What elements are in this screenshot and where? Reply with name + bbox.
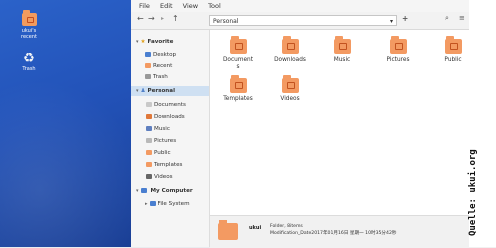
template-folder-icon bbox=[229, 75, 247, 93]
public-folder-icon bbox=[444, 36, 462, 54]
desktop-icon bbox=[145, 52, 151, 57]
list-view-icon[interactable]: ≡ bbox=[459, 14, 465, 22]
folder-item-documents[interactable]: Document s bbox=[220, 36, 256, 70]
search-icon[interactable]: ⌕ bbox=[445, 14, 449, 23]
collapse-icon: ▾ bbox=[136, 39, 139, 45]
sidebar-item-templates[interactable]: Templates bbox=[146, 162, 182, 168]
selected-modified: Modification_Date2017年01月16日 星期一 10时35分4… bbox=[270, 231, 397, 236]
sidebar-header-my-computer[interactable]: ▾ My Computer bbox=[136, 188, 193, 194]
folder-label: Music bbox=[333, 57, 351, 63]
menu-tool[interactable]: Tool bbox=[208, 2, 221, 10]
folder-item-videos[interactable]: Videos bbox=[272, 75, 308, 103]
sidebar-item-music[interactable]: Music bbox=[146, 126, 170, 132]
desktop-icon-recent[interactable]: ukui's recent bbox=[12, 10, 46, 40]
folder-item-pictures[interactable]: Pictures bbox=[380, 36, 416, 64]
trash-icon: ♻ bbox=[23, 51, 35, 66]
person-icon: ♟ bbox=[140, 88, 146, 94]
folder-label: Public bbox=[444, 57, 462, 63]
sidebar-item-trash[interactable]: Trash bbox=[145, 74, 168, 80]
video-folder-icon bbox=[281, 75, 299, 93]
music-icon bbox=[146, 126, 152, 131]
picture-folder-icon bbox=[389, 36, 407, 54]
sidebar-header-favorite[interactable]: ▾ ★ Favorite bbox=[136, 39, 173, 45]
sidebar-item-pictures[interactable]: Pictures bbox=[146, 138, 176, 144]
download-icon bbox=[146, 114, 152, 119]
desktop-icon-label: Trash bbox=[22, 66, 36, 72]
video-icon bbox=[146, 174, 152, 179]
folder-label: Downloads bbox=[274, 57, 306, 63]
up-arrow-icon[interactable]: ↑ bbox=[172, 14, 179, 23]
folder-label: Pictures bbox=[386, 57, 410, 63]
back-arrow-icon[interactable]: ← bbox=[137, 14, 144, 23]
menu-view[interactable]: View bbox=[183, 2, 198, 10]
desktop-icon-trash[interactable]: ♻ Trash bbox=[12, 51, 46, 73]
expand-icon: ▸ bbox=[145, 201, 148, 207]
folder-label: Templates bbox=[223, 96, 253, 102]
history-arrow-icon[interactable]: ▸ bbox=[161, 15, 164, 22]
document-icon bbox=[146, 102, 152, 107]
folder-view: Document s Downloads Music Pictures Publ… bbox=[210, 30, 496, 215]
selected-type: Folder, 8items bbox=[270, 224, 303, 229]
trash-icon bbox=[145, 74, 151, 79]
computer-icon bbox=[140, 188, 147, 193]
menu-edit[interactable]: Edit bbox=[160, 2, 173, 10]
selected-name: ukui bbox=[249, 225, 262, 231]
sidebar: ▾ ★ Favorite Desktop Recent Trash ▾ ♟ Pers… bbox=[131, 30, 210, 247]
sidebar-item-file-system[interactable]: ▸ File System bbox=[145, 201, 190, 207]
add-tab-icon[interactable]: + bbox=[402, 14, 408, 23]
folder-item-downloads[interactable]: Downloads bbox=[272, 36, 308, 64]
path-bar[interactable]: Personal ▾ bbox=[209, 15, 397, 26]
desktop-icon-label: ukui's recent bbox=[21, 28, 37, 40]
sidebar-item-desktop[interactable]: Desktop bbox=[145, 52, 176, 58]
sidebar-item-documents[interactable]: Documents bbox=[146, 102, 186, 108]
collapse-icon: ▾ bbox=[136, 88, 139, 94]
folder-icon bbox=[145, 63, 151, 68]
folder-icon bbox=[146, 150, 152, 155]
info-panel: ukui Folder, 8items Modification_Date201… bbox=[210, 215, 496, 248]
folder-label: Document s bbox=[222, 57, 254, 70]
sidebar-item-recent[interactable]: Recent bbox=[145, 63, 172, 69]
folder-icon bbox=[21, 10, 37, 26]
sidebar-item-downloads[interactable]: Downloads bbox=[146, 114, 185, 120]
file-manager-window: File Edit View Tool ← → ▸ ↑ Personal ▾ +… bbox=[131, 0, 496, 248]
download-folder-icon bbox=[281, 36, 299, 54]
sidebar-item-videos[interactable]: Videos bbox=[146, 174, 173, 180]
sidebar-header-personal[interactable]: ▾ ♟ Personal bbox=[136, 88, 175, 94]
picture-icon bbox=[146, 138, 152, 143]
path-text: Personal bbox=[213, 18, 239, 25]
forward-arrow-icon[interactable]: → bbox=[148, 14, 155, 23]
source-credit: Quelle: ukui.org bbox=[468, 149, 478, 236]
star-icon: ★ bbox=[140, 39, 146, 45]
music-folder-icon bbox=[333, 36, 351, 54]
drive-icon bbox=[149, 201, 156, 206]
collapse-icon: ▾ bbox=[136, 188, 139, 194]
folder-icon bbox=[229, 36, 247, 54]
folder-icon bbox=[218, 220, 238, 240]
sidebar-item-public[interactable]: Public bbox=[146, 150, 171, 156]
desktop: ukui's recent ♻ Trash bbox=[0, 0, 131, 247]
folder-item-public[interactable]: Public bbox=[435, 36, 471, 64]
menu-file[interactable]: File bbox=[139, 2, 150, 10]
folder-icon bbox=[146, 162, 152, 167]
toolbar: ← → ▸ ↑ Personal ▾ + ⌕ ≡ ⊞ bbox=[131, 12, 496, 30]
folder-label: Videos bbox=[280, 96, 300, 102]
path-dropdown-icon[interactable]: ▾ bbox=[390, 16, 393, 27]
folder-item-templates[interactable]: Templates bbox=[220, 75, 256, 103]
folder-item-music[interactable]: Music bbox=[324, 36, 360, 64]
menubar: File Edit View Tool bbox=[131, 0, 496, 12]
